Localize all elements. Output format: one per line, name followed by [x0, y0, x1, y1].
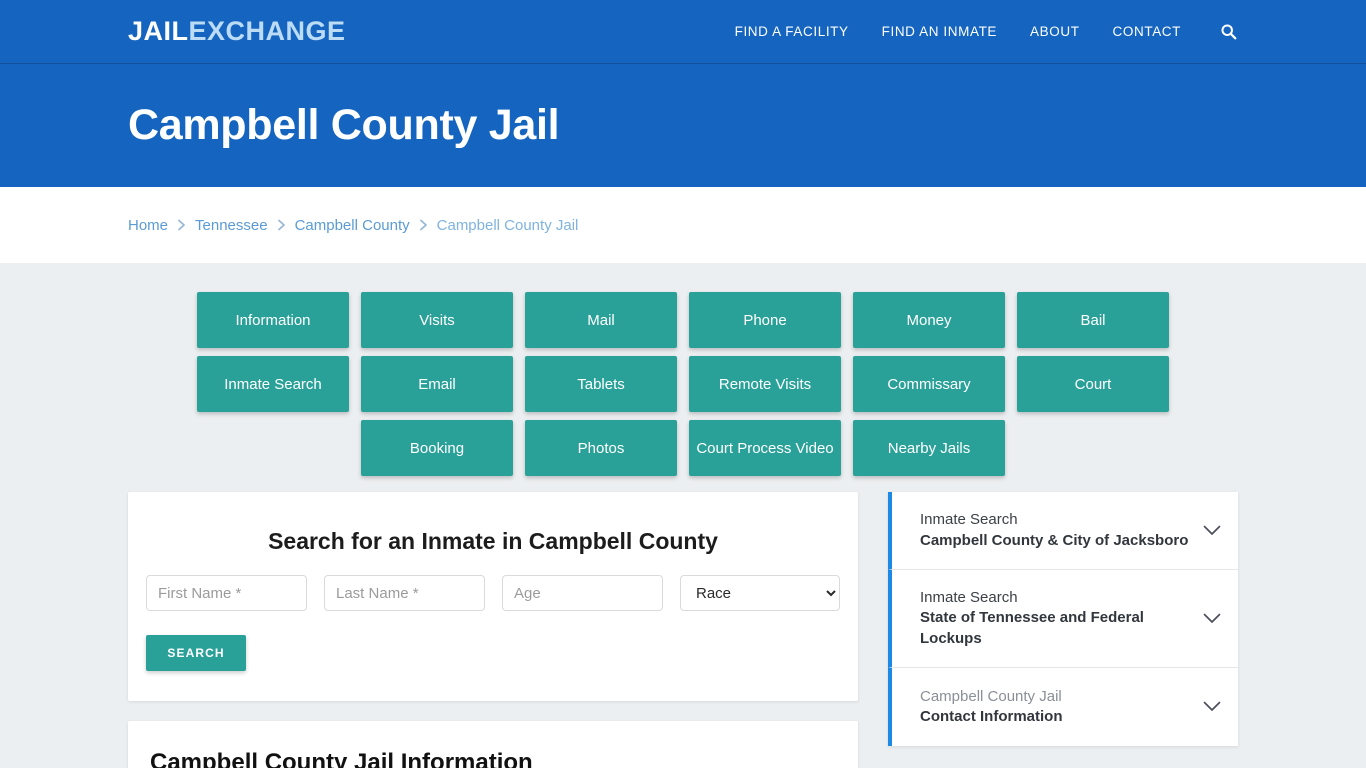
- tile-commissary[interactable]: Commissary: [853, 356, 1005, 412]
- nav-item-find-an-inmate[interactable]: FIND AN INMATE: [882, 24, 997, 39]
- accordion-item-inmate-search-county[interactable]: Inmate Search Campbell County & City of …: [888, 492, 1238, 570]
- page-body: Information Visits Mail Phone Money Bail…: [0, 263, 1366, 768]
- chevron-down-icon: [1202, 521, 1222, 541]
- tile-information[interactable]: Information: [197, 292, 349, 348]
- chevron-down-icon: [1202, 697, 1222, 717]
- age-input[interactable]: [502, 575, 663, 611]
- tile-inmate-search[interactable]: Inmate Search: [197, 356, 349, 412]
- nav-item-find-a-facility[interactable]: FIND A FACILITY: [735, 24, 849, 39]
- tile-phone[interactable]: Phone: [689, 292, 841, 348]
- site-header: JAILEXCHANGE FIND A FACILITY FIND AN INM…: [0, 0, 1366, 64]
- hero-banner: Campbell County Jail: [0, 64, 1366, 187]
- accordion-item-text: Inmate Search Campbell County & City of …: [920, 510, 1192, 551]
- breadcrumb-item-campbell-county[interactable]: Campbell County: [295, 217, 410, 234]
- tile-mail[interactable]: Mail: [525, 292, 677, 348]
- facility-section-tiles: Information Visits Mail Phone Money Bail…: [133, 292, 1233, 476]
- accordion-line-1: Campbell County Jail: [920, 687, 1062, 705]
- page-title: Campbell County Jail: [128, 100, 560, 149]
- tile-bail[interactable]: Bail: [1017, 292, 1169, 348]
- last-name-input[interactable]: [324, 575, 485, 611]
- chevron-right-icon: [177, 219, 186, 231]
- content-columns: Search for an Inmate in Campbell County …: [128, 492, 1238, 768]
- inmate-search-card: Search for an Inmate in Campbell County …: [128, 492, 858, 701]
- accordion-item-text: Inmate Search State of Tennessee and Fed…: [920, 588, 1192, 649]
- first-name-input[interactable]: [146, 575, 307, 611]
- logo-text-secondary: EXCHANGE: [188, 16, 346, 46]
- accordion-item-contact-information[interactable]: Campbell County Jail Contact Information: [888, 667, 1238, 746]
- chevron-right-icon: [419, 219, 428, 231]
- chevron-right-icon: [277, 219, 286, 231]
- tile-nearby-jails[interactable]: Nearby Jails: [853, 420, 1005, 476]
- accordion-item-text: Campbell County Jail Contact Information: [920, 687, 1192, 728]
- search-button[interactable]: SEARCH: [146, 635, 246, 671]
- inmate-search-form: Race: [146, 575, 840, 611]
- tile-booking[interactable]: Booking: [361, 420, 513, 476]
- tile-photos[interactable]: Photos: [525, 420, 677, 476]
- site-logo[interactable]: JAILEXCHANGE: [128, 18, 346, 45]
- breadcrumb-item-tennessee[interactable]: Tennessee: [195, 217, 268, 234]
- accordion-line-2: Campbell County & City of Jacksboro: [920, 531, 1189, 549]
- breadcrumb: Home Tennessee Campbell County Campbell …: [128, 217, 578, 234]
- main-column: Search for an Inmate in Campbell County …: [128, 492, 858, 768]
- sidebar-accordion: Inmate Search Campbell County & City of …: [888, 492, 1238, 746]
- nav-item-contact[interactable]: CONTACT: [1113, 24, 1181, 39]
- tile-visits[interactable]: Visits: [361, 292, 513, 348]
- nav-item-about[interactable]: ABOUT: [1030, 24, 1080, 39]
- tile-email[interactable]: Email: [361, 356, 513, 412]
- accordion-line-1: Inmate Search: [920, 589, 1018, 606]
- tile-money[interactable]: Money: [853, 292, 1005, 348]
- breadcrumb-item-campbell-county-jail[interactable]: Campbell County Jail: [437, 217, 579, 234]
- main-navigation: FIND A FACILITY FIND AN INMATE ABOUT CON…: [735, 22, 1238, 42]
- accordion-line-2: State of Tennessee and Federal Lockups: [920, 609, 1144, 647]
- breadcrumb-item-home[interactable]: Home: [128, 217, 168, 234]
- jail-information-heading: Campbell County Jail Information: [150, 749, 533, 768]
- chevron-down-icon: [1202, 608, 1222, 628]
- jail-information-card: Campbell County Jail Information: [128, 721, 858, 768]
- accordion-line-1: Inmate Search: [920, 511, 1018, 529]
- logo-text-primary: JAIL: [128, 16, 189, 46]
- accordion-item-inmate-search-state[interactable]: Inmate Search State of Tennessee and Fed…: [888, 570, 1238, 668]
- tile-court[interactable]: Court: [1017, 356, 1169, 412]
- accordion-line-2: Contact Information: [920, 707, 1063, 725]
- tile-remote-visits[interactable]: Remote Visits: [689, 356, 841, 412]
- tile-tablets[interactable]: Tablets: [525, 356, 677, 412]
- tile-court-process-video[interactable]: Court Process Video: [689, 420, 841, 476]
- inmate-search-heading: Search for an Inmate in Campbell County: [268, 528, 718, 554]
- sidebar-column: Inmate Search Campbell County & City of …: [888, 492, 1238, 746]
- race-select[interactable]: Race: [680, 575, 840, 611]
- breadcrumb-bar: Home Tennessee Campbell County Campbell …: [0, 187, 1366, 263]
- search-icon[interactable]: [1218, 22, 1238, 42]
